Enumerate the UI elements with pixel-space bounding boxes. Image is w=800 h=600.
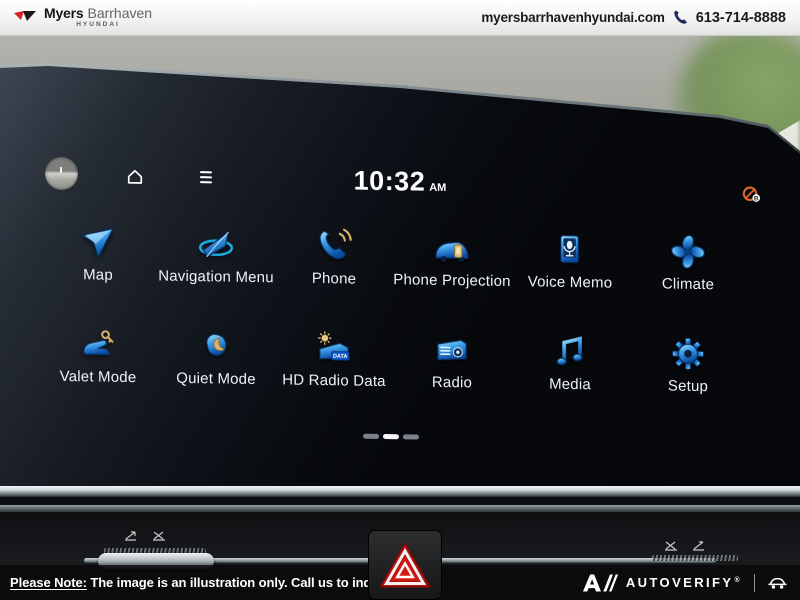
voice-memo-icon: [550, 227, 590, 274]
app-media[interactable]: Media: [511, 328, 629, 414]
airflow-off-icon: [152, 530, 166, 541]
chrome-trim-upper: [0, 486, 800, 497]
page-dot-2[interactable]: [403, 434, 419, 439]
app-map[interactable]: Map: [39, 219, 157, 305]
dealer-header: Myers Barrhaven HYUNDAI myersbarrhavenhy…: [0, 0, 800, 36]
valet-mode-icon: [78, 321, 118, 368]
note-label: Please Note:: [10, 575, 87, 590]
hazard-triangle-icon: [377, 540, 433, 590]
bluetooth-b-status-icon: B: [742, 186, 761, 203]
menu-icon[interactable]: [200, 171, 212, 186]
airflow-icon: [692, 540, 706, 551]
svg-text:DATA: DATA: [333, 354, 347, 360]
dealer-phone-number[interactable]: 613-714-8888: [696, 10, 786, 26]
dealer-website-link[interactable]: myersbarrhavenhyundai.com: [481, 10, 664, 25]
registered-mark: ®: [734, 577, 742, 584]
setup-icon: [668, 330, 708, 377]
airflow-icon: [124, 530, 138, 541]
note-text: The image is an illustration only. Call …: [90, 575, 398, 590]
app-hd-radio-data[interactable]: DATA HD Radio Data: [275, 324, 393, 410]
app-setup[interactable]: Setup: [629, 330, 747, 416]
clock-meridiem: AM: [429, 182, 446, 194]
dealer-name-secondary: Barrhaven: [87, 6, 152, 20]
radio-icon: [432, 327, 472, 374]
navigation-menu-icon: [196, 221, 236, 268]
app-navigation-menu[interactable]: Navigation Menu: [157, 220, 275, 306]
quiet-mode-icon: [196, 323, 236, 370]
car-interior-photo: 10:32AM B Map Navigation Menu Phone: [0, 36, 800, 600]
hd-radio-data-icon: DATA: [314, 325, 354, 372]
clock: 10:32AM: [300, 165, 500, 199]
vent-controls-left: [124, 530, 166, 541]
clock-time: 10:32: [354, 166, 426, 197]
page-dot-1[interactable]: [383, 434, 399, 439]
map-icon: [78, 219, 118, 266]
page-dot-0[interactable]: [363, 434, 379, 439]
phone-icon: [314, 223, 354, 270]
app-phone[interactable]: Phone: [275, 222, 393, 308]
autoverify-av-icon: [582, 573, 618, 593]
phone-icon: [672, 9, 689, 26]
app-phone-projection[interactable]: Phone Projection: [393, 224, 511, 310]
page-indicator[interactable]: [363, 434, 419, 440]
autoverify-logo: AUTOVERIFY®: [582, 573, 788, 593]
airflow-off-icon: [664, 540, 678, 551]
dealer-flag-icon: [14, 11, 38, 25]
hazard-button[interactable]: [368, 530, 442, 600]
map-thumbnail-avatar[interactable]: [45, 157, 78, 191]
vent-knurl-right[interactable]: [652, 555, 738, 561]
phone-projection-icon: [432, 225, 472, 272]
home-icon[interactable]: [126, 168, 144, 185]
app-grid: Map Navigation Menu Phone Phone Projecti…: [39, 219, 747, 416]
chrome-trim-lower: [0, 505, 800, 512]
app-climate[interactable]: Climate: [629, 228, 747, 314]
car-icon: [767, 575, 788, 590]
dealer-name-primary: Myers: [44, 6, 83, 20]
app-quiet-mode[interactable]: Quiet Mode: [157, 322, 275, 408]
media-icon: [550, 329, 590, 376]
dealer-brand: HYUNDAI: [76, 22, 120, 29]
app-voice-memo[interactable]: Voice Memo: [511, 226, 629, 312]
screenshot-root: Myers Barrhaven HYUNDAI myersbarrhavenhy…: [0, 0, 800, 600]
svg-text:B: B: [754, 195, 759, 202]
autoverify-wordmark: AUTOVERIFY®: [626, 575, 742, 590]
dealer-logo[interactable]: Myers Barrhaven HYUNDAI: [14, 6, 152, 29]
app-radio[interactable]: Radio: [393, 326, 511, 412]
vent-controls-right: [664, 540, 706, 551]
climate-icon: [668, 228, 708, 275]
app-valet-mode[interactable]: Valet Mode: [39, 321, 157, 407]
